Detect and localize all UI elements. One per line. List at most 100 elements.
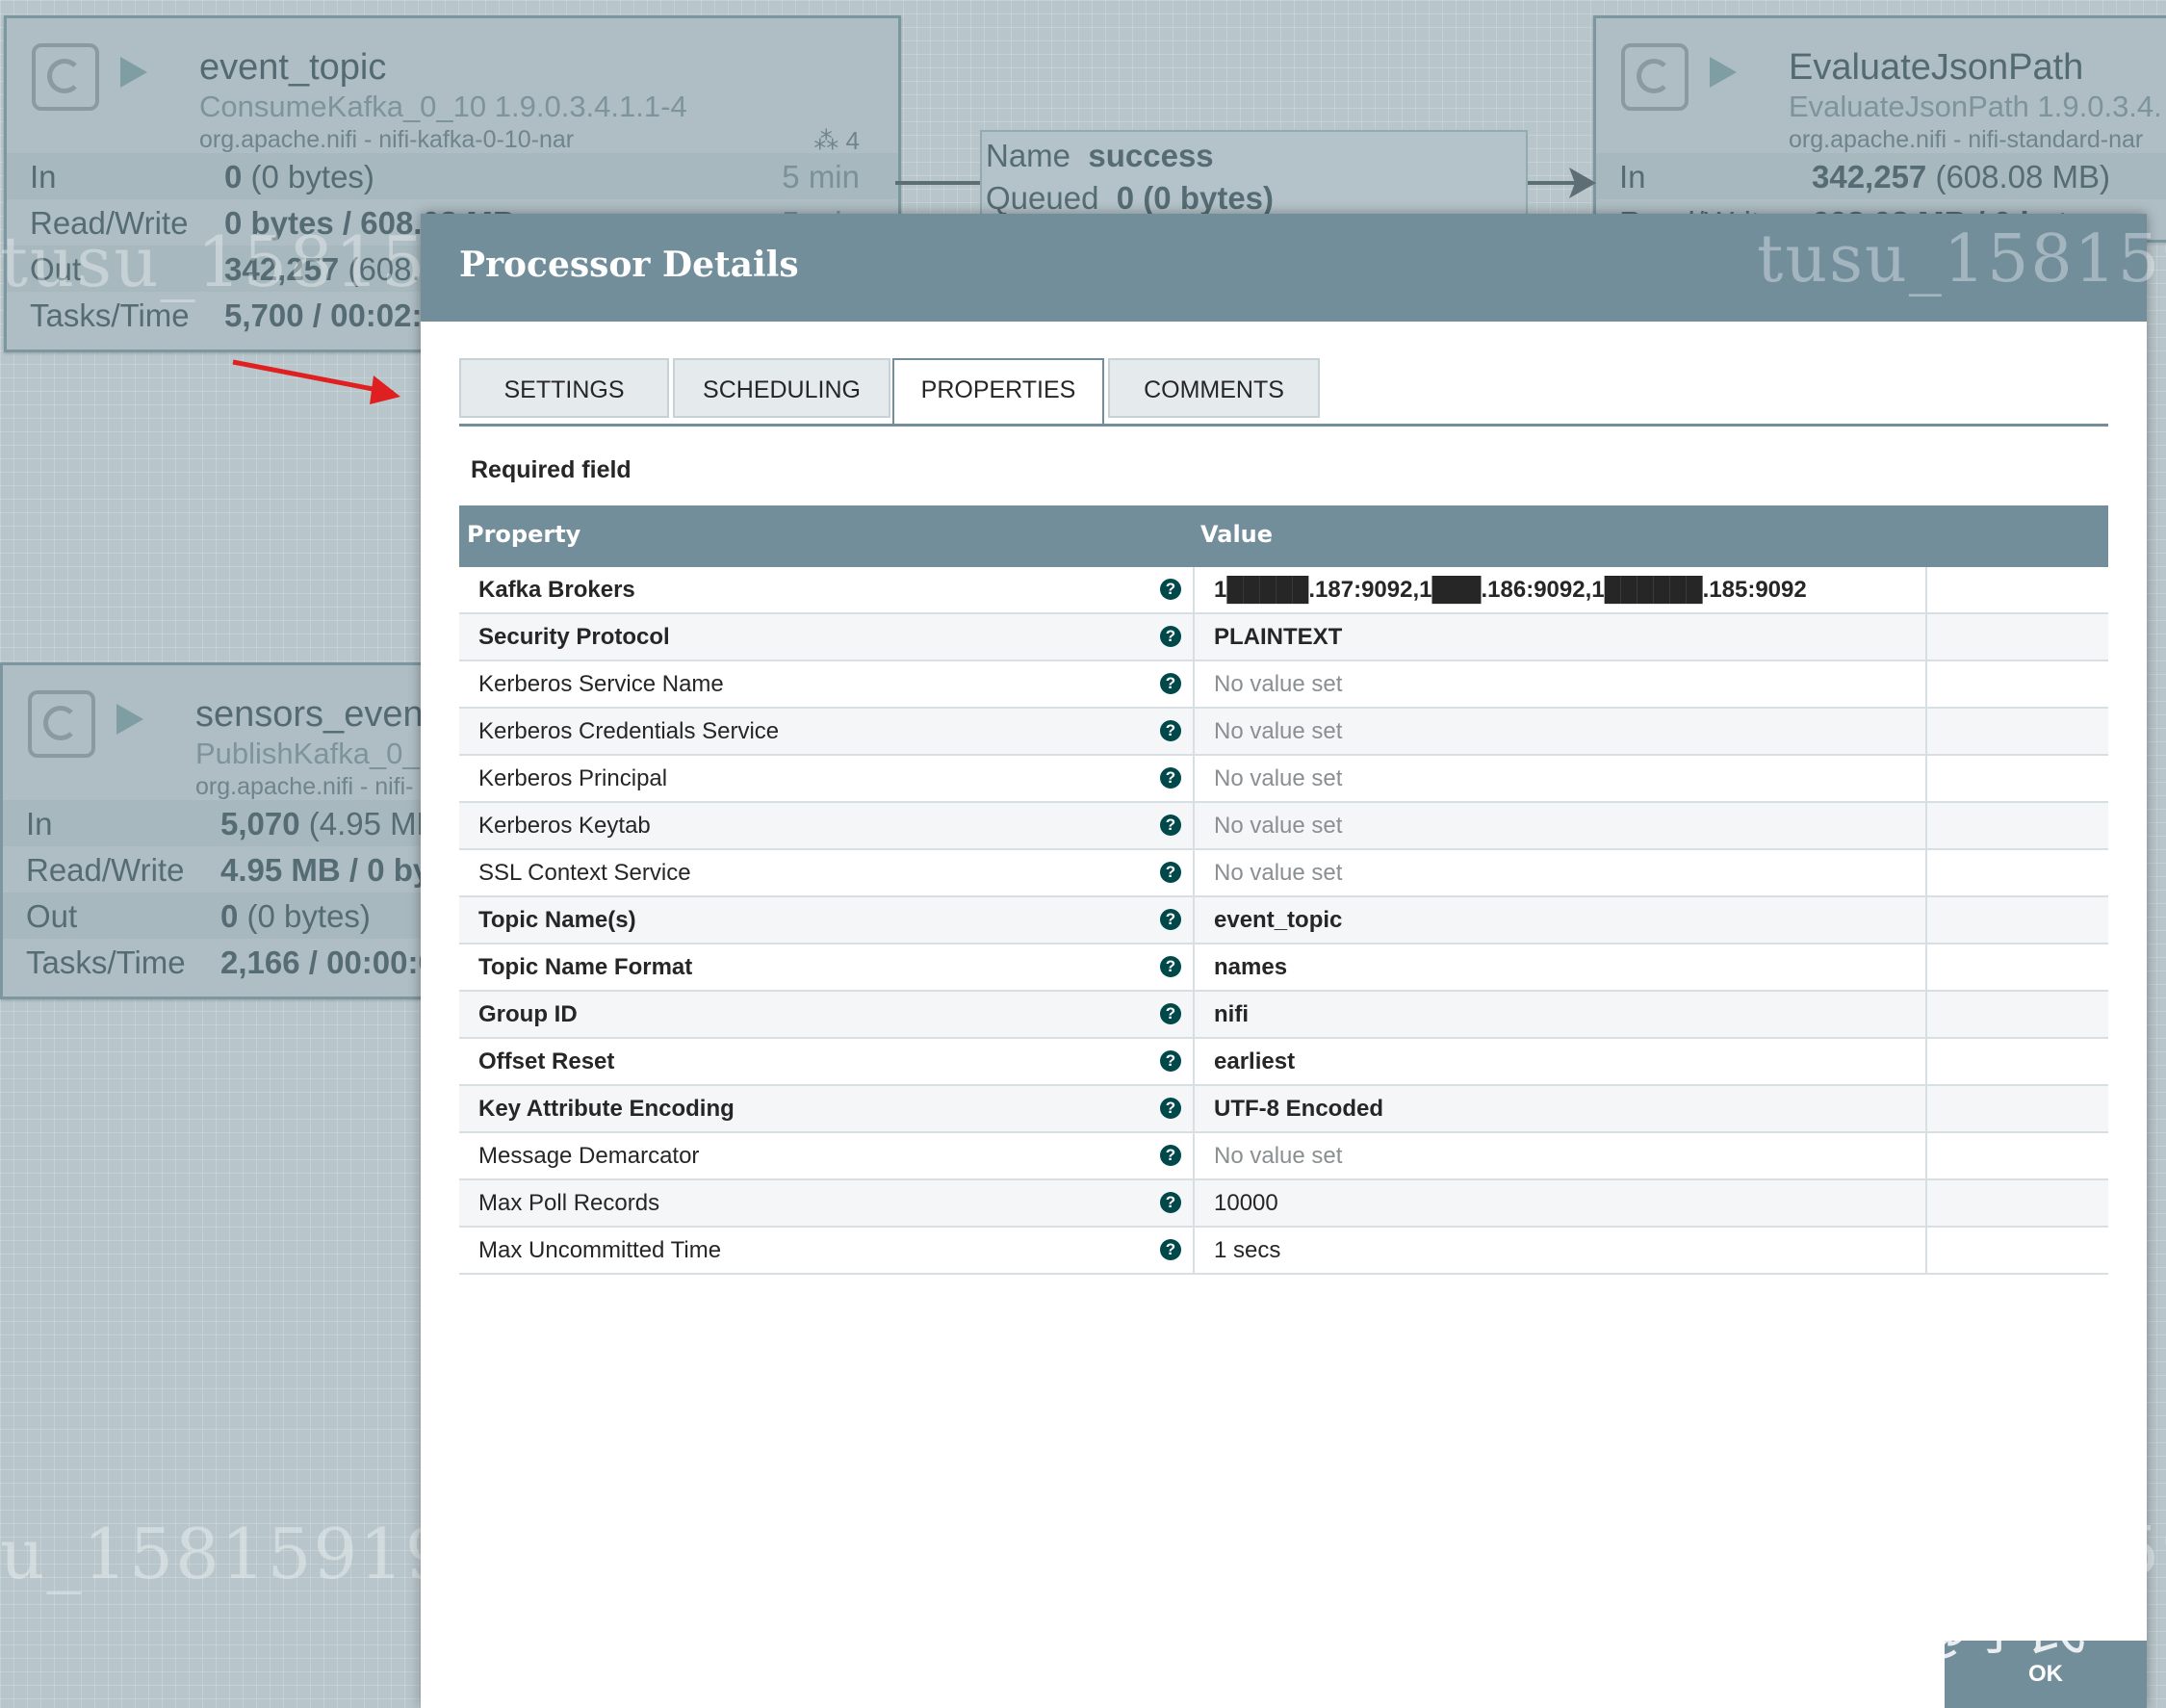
help-icon[interactable]: ? <box>1160 673 1181 694</box>
table-row[interactable]: Topic Name(s)? event_topic <box>459 897 2108 945</box>
help-icon[interactable]: ? <box>1160 1192 1181 1213</box>
required-field-label: Required field <box>471 456 632 483</box>
help-icon[interactable]: ? <box>1160 956 1181 977</box>
stat-value: 0 (0 bytes) <box>220 898 371 934</box>
tab-comments[interactable]: COMMENTS <box>1108 358 1320 418</box>
property-value[interactable]: No value set <box>1214 813 1342 840</box>
help-icon[interactable]: ? <box>1160 1145 1181 1166</box>
processor-header: EvaluateJsonPath EvaluateJsonPath 1.9.0.… <box>1596 18 2166 153</box>
property-value[interactable]: No value set <box>1214 671 1342 698</box>
table-row[interactable]: Kerberos Credentials Service? No value se… <box>459 709 2108 756</box>
column-divider <box>1193 897 1195 943</box>
table-row[interactable]: Key Attribute Encoding? UTF-8 Encoded <box>459 1086 2108 1133</box>
zhihu-logo-text: 知乎 @李民 <box>1771 1592 2089 1663</box>
help-icon[interactable]: ? <box>1160 579 1181 600</box>
property-name: Kafka Brokers <box>478 577 635 603</box>
column-header-property: Property <box>467 521 581 548</box>
column-divider <box>1193 1133 1195 1178</box>
table-row[interactable]: Offset Reset? earliest <box>459 1039 2108 1086</box>
property-name: SSL Context Service <box>478 860 691 886</box>
property-value[interactable]: No value set <box>1214 765 1342 792</box>
connection-name: Name success <box>986 138 1214 173</box>
stat-row: In 342,257 (608.08 MB) <box>1596 153 2166 199</box>
column-divider <box>1193 661 1195 707</box>
stat-label: Tasks/Time <box>30 298 190 333</box>
table-row[interactable]: Kerberos Principal? No value set <box>459 756 2108 803</box>
property-name: Kerberos Credentials Service <box>478 718 780 744</box>
help-icon[interactable]: ? <box>1160 815 1181 836</box>
column-divider <box>1925 850 1927 895</box>
property-value[interactable]: No value set <box>1214 860 1342 887</box>
table-row[interactable]: Max Uncommitted Time? 1 secs <box>459 1228 2108 1275</box>
property-name: Group ID <box>478 1001 578 1027</box>
processor-icon <box>32 43 99 111</box>
properties-table: Property Value Kafka Brokers? 1█████.187:… <box>459 505 2108 1275</box>
column-divider <box>1925 756 1927 801</box>
table-row[interactable]: SSL Context Service? No value set <box>459 850 2108 897</box>
property-value[interactable]: 10000 <box>1214 1190 1278 1217</box>
column-divider <box>1925 803 1927 848</box>
column-divider <box>1925 897 1927 943</box>
property-value[interactable]: names <box>1214 954 1287 981</box>
property-value[interactable]: earliest <box>1214 1048 1295 1075</box>
property-value[interactable]: 1█████.187:9092,1███.186:9092,1██████.18… <box>1214 577 1807 604</box>
table-row[interactable]: Topic Name Format? names <box>459 945 2108 992</box>
table-row[interactable]: Message Demarcator? No value set <box>459 1133 2108 1180</box>
connection-queued: Queued 0 (0 bytes) <box>986 180 1275 216</box>
running-play-icon <box>120 57 147 88</box>
help-icon[interactable]: ? <box>1160 720 1181 741</box>
stat-label: Tasks/Time <box>26 945 186 980</box>
connection-arrow-icon <box>1569 168 1596 198</box>
property-value[interactable]: UTF-8 Encoded <box>1214 1096 1383 1123</box>
thread-count-value: 4 <box>845 126 860 155</box>
tab-settings[interactable]: SETTINGS <box>459 358 669 418</box>
property-value[interactable]: 1 secs <box>1214 1237 1280 1264</box>
stat-value: 5,070 (4.95 MB <box>220 806 438 841</box>
column-divider <box>1925 1086 1927 1131</box>
property-value[interactable]: No value set <box>1214 1143 1342 1170</box>
help-icon[interactable]: ? <box>1160 1239 1181 1260</box>
column-divider <box>1193 614 1195 660</box>
table-row[interactable]: Kerberos Service Name? No value set <box>459 661 2108 709</box>
column-divider <box>1193 1039 1195 1084</box>
help-icon[interactable]: ? <box>1160 909 1181 930</box>
processor-name: event_topic <box>199 47 387 88</box>
property-name: Message Demarcator <box>478 1143 700 1169</box>
column-divider <box>1193 1228 1195 1273</box>
help-icon[interactable]: ? <box>1160 862 1181 883</box>
help-icon[interactable]: ? <box>1160 767 1181 789</box>
processor-bundle: org.apache.nifi - nifi-kafka-0-10-nar <box>199 126 575 153</box>
column-divider <box>1925 614 1927 660</box>
property-value[interactable]: No value set <box>1214 718 1342 745</box>
property-value[interactable]: event_topic <box>1214 907 1342 934</box>
tab-scheduling[interactable]: SCHEDULING <box>673 358 890 418</box>
processor-name: EvaluateJsonPath <box>1789 47 2084 88</box>
help-icon[interactable]: ? <box>1160 626 1181 647</box>
help-icon[interactable]: ? <box>1160 1098 1181 1119</box>
processor-evaluate-json-path[interactable]: EvaluateJsonPath EvaluateJsonPath 1.9.0.… <box>1593 15 2166 243</box>
property-name: Kerberos Service Name <box>478 671 724 697</box>
connection-line[interactable] <box>895 181 982 185</box>
column-divider <box>1925 1180 1927 1226</box>
stat-value: 342,257 (608.08 MB) <box>1812 159 2111 194</box>
table-row[interactable]: Kerberos Keytab? No value set <box>459 803 2108 850</box>
property-value[interactable]: PLAINTEXT <box>1214 624 1342 651</box>
property-name: Kerberos Principal <box>478 765 668 791</box>
column-divider <box>1925 1133 1927 1178</box>
table-row[interactable]: Max Poll Records? 10000 <box>459 1180 2108 1228</box>
table-row[interactable]: Group ID? nifi <box>459 992 2108 1039</box>
table-header: Property Value <box>459 505 2108 567</box>
column-divider <box>1925 661 1927 707</box>
column-header-value: Value <box>1200 521 1274 548</box>
tab-properties[interactable]: PROPERTIES <box>892 358 1104 424</box>
help-icon[interactable]: ? <box>1160 1050 1181 1072</box>
processor-bundle: org.apache.nifi - nifi-standard-nar <box>1789 126 2144 153</box>
table-row[interactable]: Security Protocol? PLAINTEXT <box>459 614 2108 661</box>
stat-time: 5 min <box>782 159 860 194</box>
help-icon[interactable]: ? <box>1160 1003 1181 1024</box>
table-row[interactable]: Kafka Brokers? 1█████.187:9092,1███.186:9… <box>459 567 2108 614</box>
property-value[interactable]: nifi <box>1214 1001 1249 1028</box>
processor-name: sensors_event <box>195 694 434 735</box>
stat-value: 5,700 / 00:02:4 <box>224 298 440 333</box>
property-name: Offset Reset <box>478 1048 615 1074</box>
